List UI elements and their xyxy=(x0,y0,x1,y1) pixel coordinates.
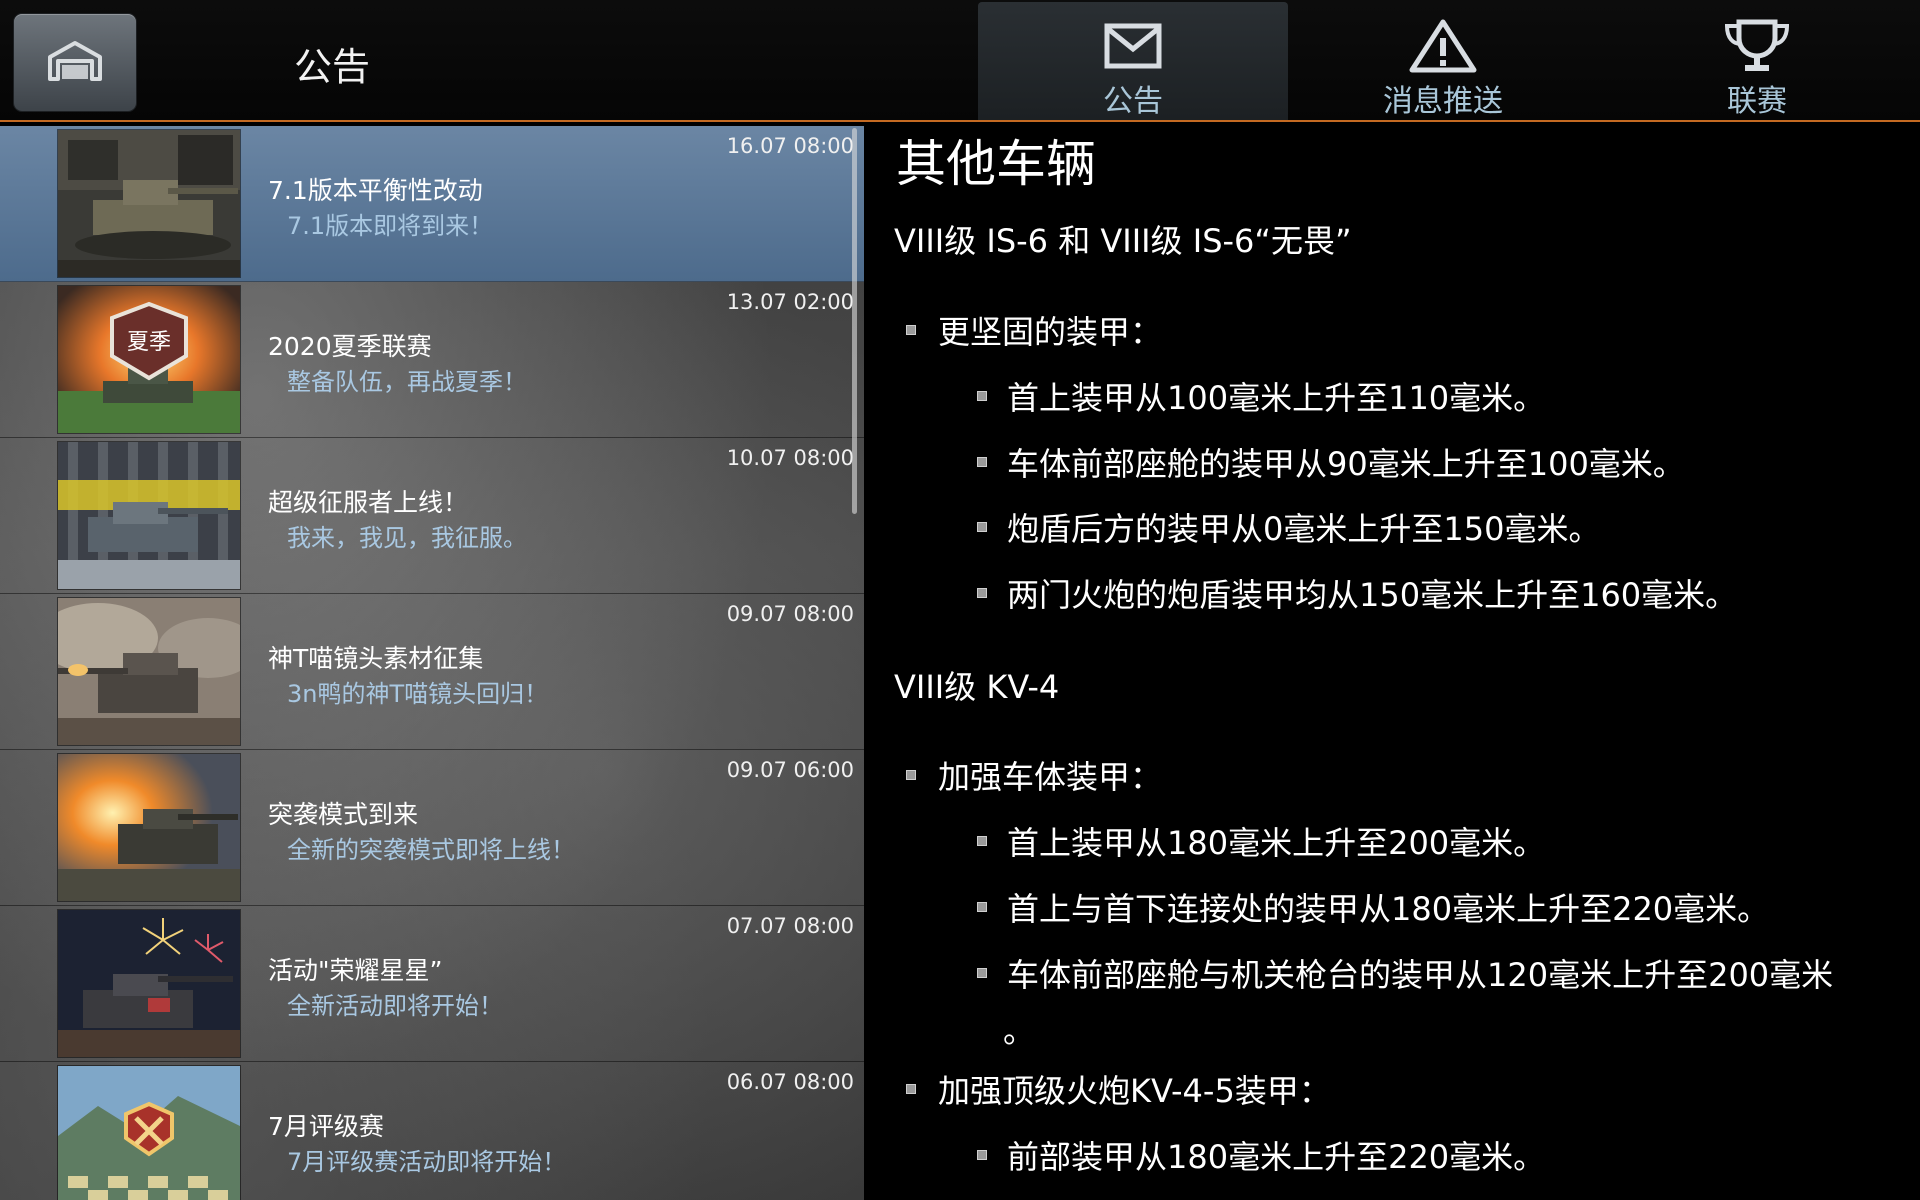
list-item[interactable]: 夏季 13.07 02:00 2020夏季联赛 整备队伍，再战夏季！ xyxy=(0,282,864,438)
bullet-square-icon xyxy=(906,1084,916,1094)
news-date: 16.07 08:00 xyxy=(726,134,854,158)
bullet-item: 加强车体装甲： xyxy=(906,752,1162,798)
section-title: VIII级 KV-4 xyxy=(894,668,1060,706)
bullet-square-icon xyxy=(977,522,987,532)
top-bar: 公告 公告 消息推送 联赛 xyxy=(0,0,1920,122)
news-title: 2020夏季联赛 xyxy=(268,332,432,361)
list-item[interactable]: 06.07 08:00 7月评级赛 7月评级赛活动即将开始！ xyxy=(0,1062,864,1200)
news-date: 09.07 08:00 xyxy=(726,602,854,626)
section-title: VIII级 IS-6 和 VIII级 IS-6“无畏” xyxy=(894,222,1352,260)
bullet-square-icon xyxy=(977,457,987,467)
bullet-square-icon xyxy=(906,770,916,780)
news-subtitle: 我来，我见，我征服。 xyxy=(287,524,527,552)
news-thumbnail xyxy=(57,129,241,278)
tab-league-label: 联赛 xyxy=(1727,84,1787,119)
tab-push-messages-label: 消息推送 xyxy=(1383,84,1503,119)
bullet-square-icon xyxy=(977,391,987,401)
news-thumbnail xyxy=(57,753,241,902)
news-subtitle: 整备队伍，再战夏季！ xyxy=(287,368,527,396)
news-title: 神T喵镜头素材征集 xyxy=(268,644,484,673)
bullet-subitem: 车体前部座舱与机关枪台的装甲从120毫米上升至200毫米 xyxy=(977,950,1833,996)
article-heading: 其他车辆 xyxy=(896,135,1096,193)
warning-icon xyxy=(1408,18,1478,74)
list-scrollbar[interactable] xyxy=(852,128,857,514)
list-item[interactable]: 16.07 08:00 7.1版本平衡性改动 7.1版本即将到来！ xyxy=(0,126,864,282)
list-item[interactable]: 07.07 08:00 活动"荣耀星星” 全新活动即将开始！ xyxy=(0,906,864,1062)
bullet-square-icon xyxy=(906,325,916,335)
home-button[interactable] xyxy=(14,14,136,111)
announcement-list[interactable]: 16.07 08:00 7.1版本平衡性改动 7.1版本即将到来！ 夏季 13.… xyxy=(0,126,864,1200)
bullet-subitem: 前部装甲从180毫米上升至220毫米。 xyxy=(977,1132,1545,1178)
list-item[interactable]: 10.07 08:00 超级征服者上线！ 我来，我见，我征服。 xyxy=(0,438,864,594)
bullet-square-icon xyxy=(977,1150,987,1160)
news-title: 突袭模式到来 xyxy=(268,800,419,829)
bullet-subitem-continuation: 。 xyxy=(1003,1012,1036,1050)
bullet-subitem: 炮盾后方的装甲从0毫米上升至150毫米。 xyxy=(977,504,1600,550)
bullet-subitem: 两门火炮的炮盾装甲均从150毫米上升至160毫米。 xyxy=(977,570,1737,616)
summer-badge-text: 夏季 xyxy=(127,330,171,355)
tab-announcements-label: 公告 xyxy=(1103,84,1163,119)
news-date: 07.07 08:00 xyxy=(726,914,854,938)
news-subtitle: 全新的突袭模式即将上线！ xyxy=(287,836,575,864)
news-subtitle: 全新活动即将开始！ xyxy=(287,992,503,1020)
garage-icon xyxy=(46,39,104,87)
news-title: 超级征服者上线！ xyxy=(268,488,469,517)
page-title: 公告 xyxy=(294,45,371,89)
news-title: 活动"荣耀星星” xyxy=(268,956,443,985)
bullet-subitem: 首上与首下连接处的装甲从180毫米上升至220毫米。 xyxy=(977,884,1769,930)
tab-league[interactable]: 联赛 xyxy=(1602,2,1912,120)
news-title: 7.1版本平衡性改动 xyxy=(268,176,483,205)
bullet-item: 加强顶级火炮KV-4-5装甲： xyxy=(906,1066,1331,1112)
news-thumbnail xyxy=(57,1065,241,1200)
trophy-icon xyxy=(1721,18,1793,74)
bullet-square-icon xyxy=(977,588,987,598)
article-content[interactable]: 其他车辆 VIII级 IS-6 和 VIII级 IS-6“无畏” 更坚固的装甲：… xyxy=(864,124,1920,1200)
bullet-square-icon xyxy=(977,968,987,978)
news-date: 13.07 02:00 xyxy=(726,290,854,314)
news-thumbnail: 夏季 xyxy=(57,285,241,434)
news-subtitle: 7.1版本即将到来！ xyxy=(287,212,494,240)
news-title: 7月评级赛 xyxy=(268,1112,384,1141)
news-date: 10.07 08:00 xyxy=(726,446,854,470)
bullet-subitem: 首上装甲从100毫米上升至110毫米。 xyxy=(977,373,1545,419)
bullet-item: 更坚固的装甲： xyxy=(906,307,1162,353)
bullet-square-icon xyxy=(977,836,987,846)
bullet-square-icon xyxy=(977,902,987,912)
news-subtitle: 7月评级赛活动即将开始！ xyxy=(287,1148,567,1176)
news-thumbnail xyxy=(57,441,241,590)
news-subtitle: 3n鸭的神T喵镜头回归！ xyxy=(287,680,549,708)
news-thumbnail xyxy=(57,909,241,1058)
list-item[interactable]: 09.07 08:00 神T喵镜头素材征集 3n鸭的神T喵镜头回归！ xyxy=(0,594,864,750)
bullet-subitem: 车体前部座舱的装甲从90毫米上升至100毫米。 xyxy=(977,439,1685,485)
envelope-icon xyxy=(1104,18,1162,74)
news-date: 06.07 08:00 xyxy=(726,1070,854,1094)
list-item[interactable]: 09.07 06:00 突袭模式到来 全新的突袭模式即将上线！ xyxy=(0,750,864,906)
bullet-subitem: 首上装甲从180毫米上升至200毫米。 xyxy=(977,818,1545,864)
news-thumbnail xyxy=(57,597,241,746)
tab-announcements[interactable]: 公告 xyxy=(978,2,1288,120)
news-date: 09.07 06:00 xyxy=(726,758,854,782)
tab-push-messages[interactable]: 消息推送 xyxy=(1288,2,1598,120)
